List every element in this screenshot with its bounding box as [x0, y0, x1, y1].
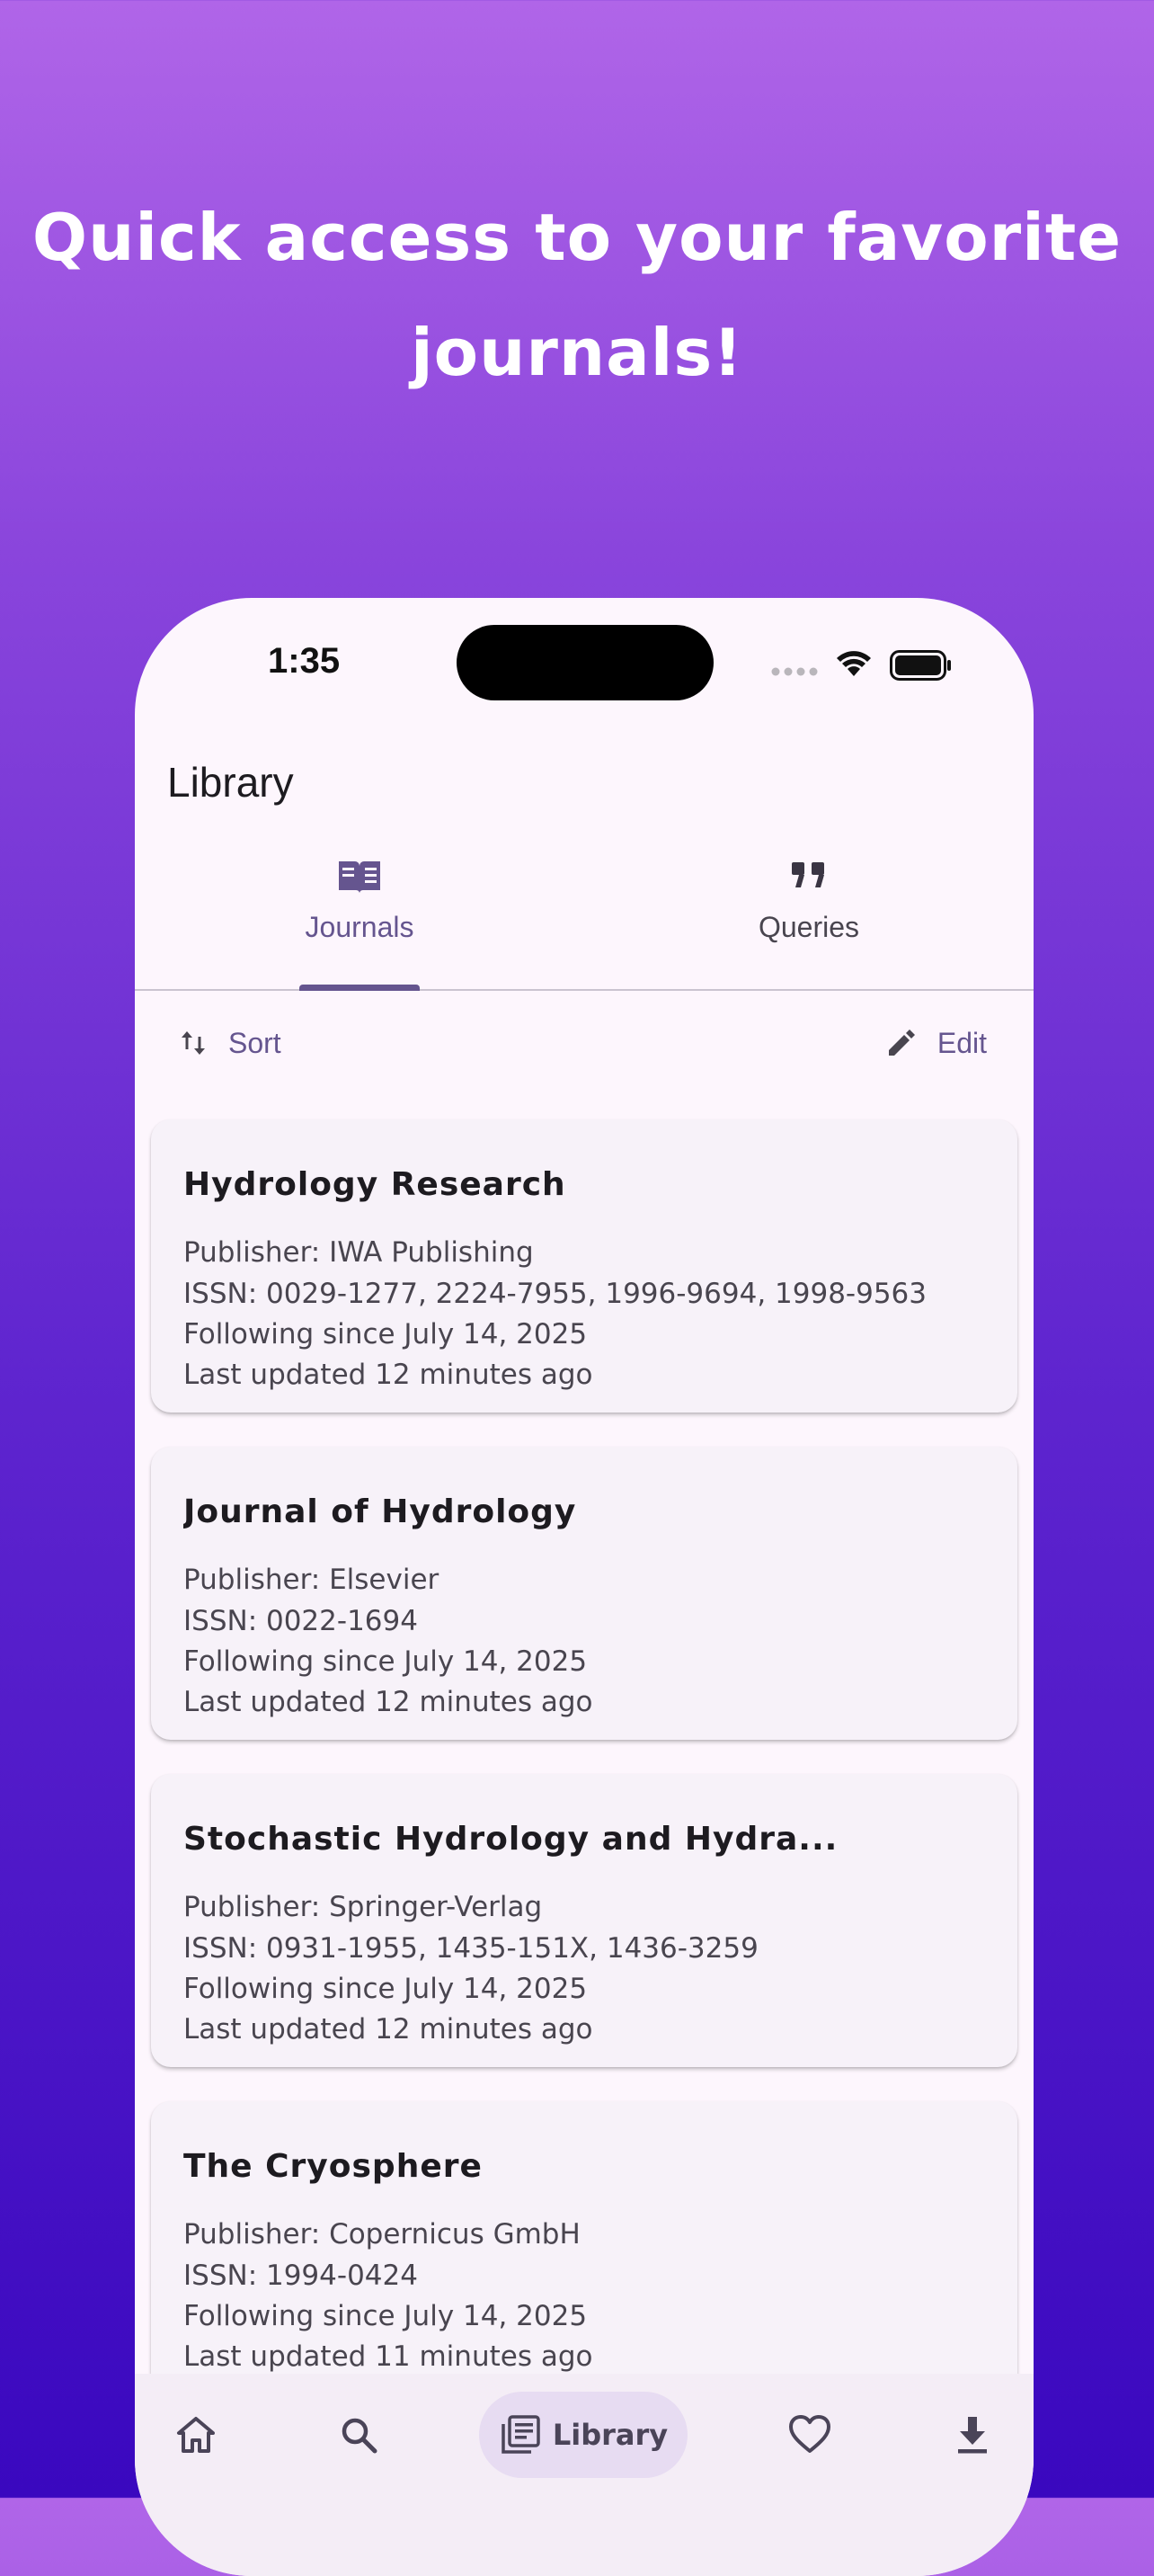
- edit-button[interactable]: Edit: [885, 1007, 987, 1079]
- journal-card[interactable]: Journal of Hydrology Publisher: Elsevier…: [151, 1447, 1017, 1740]
- journal-card[interactable]: Hydrology Research Publisher: IWA Publis…: [151, 1119, 1017, 1413]
- journal-card[interactable]: Stochastic Hydrology and Hydra... Publis…: [151, 1774, 1017, 2067]
- edit-label: Edit: [937, 1026, 987, 1059]
- quote-icon: [792, 862, 824, 887]
- library-tabs: Journals Queries: [135, 859, 1034, 991]
- bottom-navigation-bar: Library: [135, 2374, 1034, 2576]
- journal-issn: ISSN: 1994-0424: [183, 2260, 418, 2292]
- cellular-signal-icon: [771, 667, 818, 676]
- nav-library-label: Library: [552, 2418, 669, 2452]
- journal-publisher: Publisher: Elsevier: [183, 1564, 439, 1596]
- journal-following-since: Following since July 14, 2025: [183, 1318, 588, 1350]
- status-time: 1:35: [268, 641, 341, 681]
- journal-title: Stochastic Hydrology and Hydra...: [183, 1821, 839, 1858]
- list-actions: Sort Edit: [135, 1007, 1034, 1079]
- journal-last-updated: Last updated 12 minutes ago: [183, 2013, 593, 2046]
- wifi-icon: [837, 651, 871, 676]
- sort-arrows-icon: [182, 1031, 205, 1055]
- page-title: Library: [167, 759, 294, 806]
- journal-issn: ISSN: 0931-1955, 1435-151X, 1436-3259: [183, 1932, 759, 1965]
- journal-last-updated: Last updated 12 minutes ago: [183, 1686, 593, 1718]
- phone-frame: 1:35 Library Journals Queries Sort Edit …: [135, 598, 1034, 2576]
- journal-following-since: Following since July 14, 2025: [183, 2300, 588, 2332]
- promo-headline: Quick access to your favorite journals!: [0, 180, 1154, 410]
- heart-icon: [789, 2415, 830, 2453]
- journal-card[interactable]: The Cryosphere Publisher: Copernicus Gmb…: [151, 2101, 1017, 2394]
- download-icon: [958, 2417, 987, 2454]
- tab-journals-label: Journals: [305, 911, 414, 943]
- journal-title: Hydrology Research: [183, 1166, 566, 1203]
- headline-line-1: Quick access to your favorite: [31, 200, 1123, 275]
- nav-home[interactable]: [153, 2392, 239, 2478]
- journal-last-updated: Last updated 11 minutes ago: [183, 2340, 593, 2373]
- book-open-icon: [339, 861, 380, 893]
- tab-queries[interactable]: Queries: [584, 859, 1034, 989]
- home-icon: [177, 2417, 215, 2453]
- journal-publisher: Publisher: Copernicus GmbH: [183, 2218, 581, 2251]
- journal-issn: ISSN: 0022-1694: [183, 1605, 418, 1637]
- sort-label: Sort: [228, 1026, 281, 1059]
- nav-downloads[interactable]: [929, 2392, 1016, 2478]
- tab-journals[interactable]: Journals: [135, 859, 584, 991]
- journal-title: The Cryosphere: [183, 2148, 483, 2185]
- status-bar: 1:35: [135, 598, 1034, 724]
- battery-icon: [890, 650, 951, 681]
- nav-favorites[interactable]: [767, 2392, 853, 2478]
- journal-last-updated: Last updated 12 minutes ago: [183, 1359, 593, 1391]
- journal-following-since: Following since July 14, 2025: [183, 1973, 588, 2005]
- journal-following-since: Following since July 14, 2025: [183, 1645, 588, 1678]
- tab-queries-label: Queries: [758, 911, 860, 943]
- nav-search[interactable]: [315, 2392, 402, 2478]
- headline-line-2: journals!: [410, 315, 744, 390]
- journal-issn: ISSN: 0029-1277, 2224-7955, 1996-9694, 1…: [183, 1278, 927, 1310]
- library-icon: [502, 2415, 540, 2454]
- journal-title: Journal of Hydrology: [183, 1493, 577, 1530]
- nav-library[interactable]: Library: [479, 2392, 688, 2478]
- dynamic-island: [457, 625, 714, 700]
- pencil-icon: [888, 1030, 915, 1056]
- journal-publisher: Publisher: IWA Publishing: [183, 1236, 534, 1269]
- tab-active-indicator: [299, 985, 420, 991]
- search-icon: [342, 2418, 377, 2454]
- journal-publisher: Publisher: Springer-Verlag: [183, 1891, 543, 1923]
- sort-button[interactable]: Sort: [178, 1007, 281, 1079]
